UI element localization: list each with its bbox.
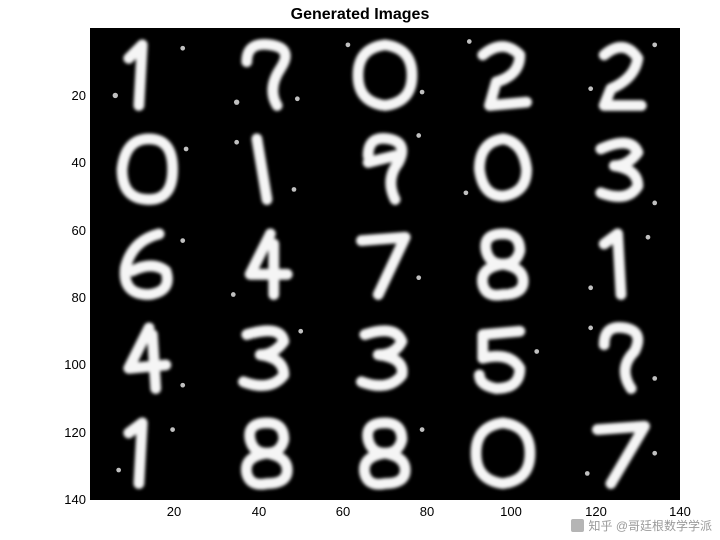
- cell-0-2: [326, 28, 444, 122]
- cell-3-2: [326, 311, 444, 405]
- cell-2-1: [208, 217, 326, 311]
- chart-title: Generated Images: [0, 6, 720, 24]
- cell-4-1: [208, 406, 326, 500]
- y-tick-60: 60: [52, 224, 86, 237]
- axes-image: [90, 28, 680, 500]
- cell-0-4: [562, 28, 680, 122]
- x-tick-40: 40: [244, 504, 274, 519]
- x-tick-20: 20: [159, 504, 189, 519]
- cell-1-1: [208, 122, 326, 216]
- y-tick-40: 40: [52, 156, 86, 169]
- digit-grid: [90, 28, 680, 500]
- watermark-text: @哥廷根数学学派: [616, 519, 712, 533]
- cell-4-2: [326, 406, 444, 500]
- figure: Generated Images: [0, 0, 720, 540]
- cell-0-3: [444, 28, 562, 122]
- x-tick-140: 140: [665, 504, 695, 519]
- cell-4-3: [444, 406, 562, 500]
- cell-2-3: [444, 217, 562, 311]
- cell-0-1: [208, 28, 326, 122]
- y-tick-20: 20: [52, 89, 86, 102]
- y-tick-120: 120: [52, 426, 86, 439]
- y-tick-100: 100: [52, 358, 86, 371]
- cell-1-0: [90, 122, 208, 216]
- cell-2-0: [90, 217, 208, 311]
- cell-2-4: [562, 217, 680, 311]
- x-tick-120: 120: [581, 504, 611, 519]
- x-tick-80: 80: [412, 504, 442, 519]
- y-tick-80: 80: [52, 291, 86, 304]
- watermark: 知乎 @哥廷根数学学派: [571, 517, 712, 534]
- cell-3-1: [208, 311, 326, 405]
- cell-3-3: [444, 311, 562, 405]
- y-tick-140: 140: [52, 493, 86, 506]
- cell-3-4: [562, 311, 680, 405]
- cell-4-0: [90, 406, 208, 500]
- x-tick-60: 60: [328, 504, 358, 519]
- cell-4-4: [562, 406, 680, 500]
- x-tick-100: 100: [496, 504, 526, 519]
- watermark-prefix: 知乎: [588, 519, 612, 533]
- cell-0-0: [90, 28, 208, 122]
- cell-1-2: [326, 122, 444, 216]
- zhihu-logo-icon: [571, 519, 584, 532]
- cell-2-2: [326, 217, 444, 311]
- cell-3-0: [90, 311, 208, 405]
- cell-1-3: [444, 122, 562, 216]
- cell-1-4: [562, 122, 680, 216]
